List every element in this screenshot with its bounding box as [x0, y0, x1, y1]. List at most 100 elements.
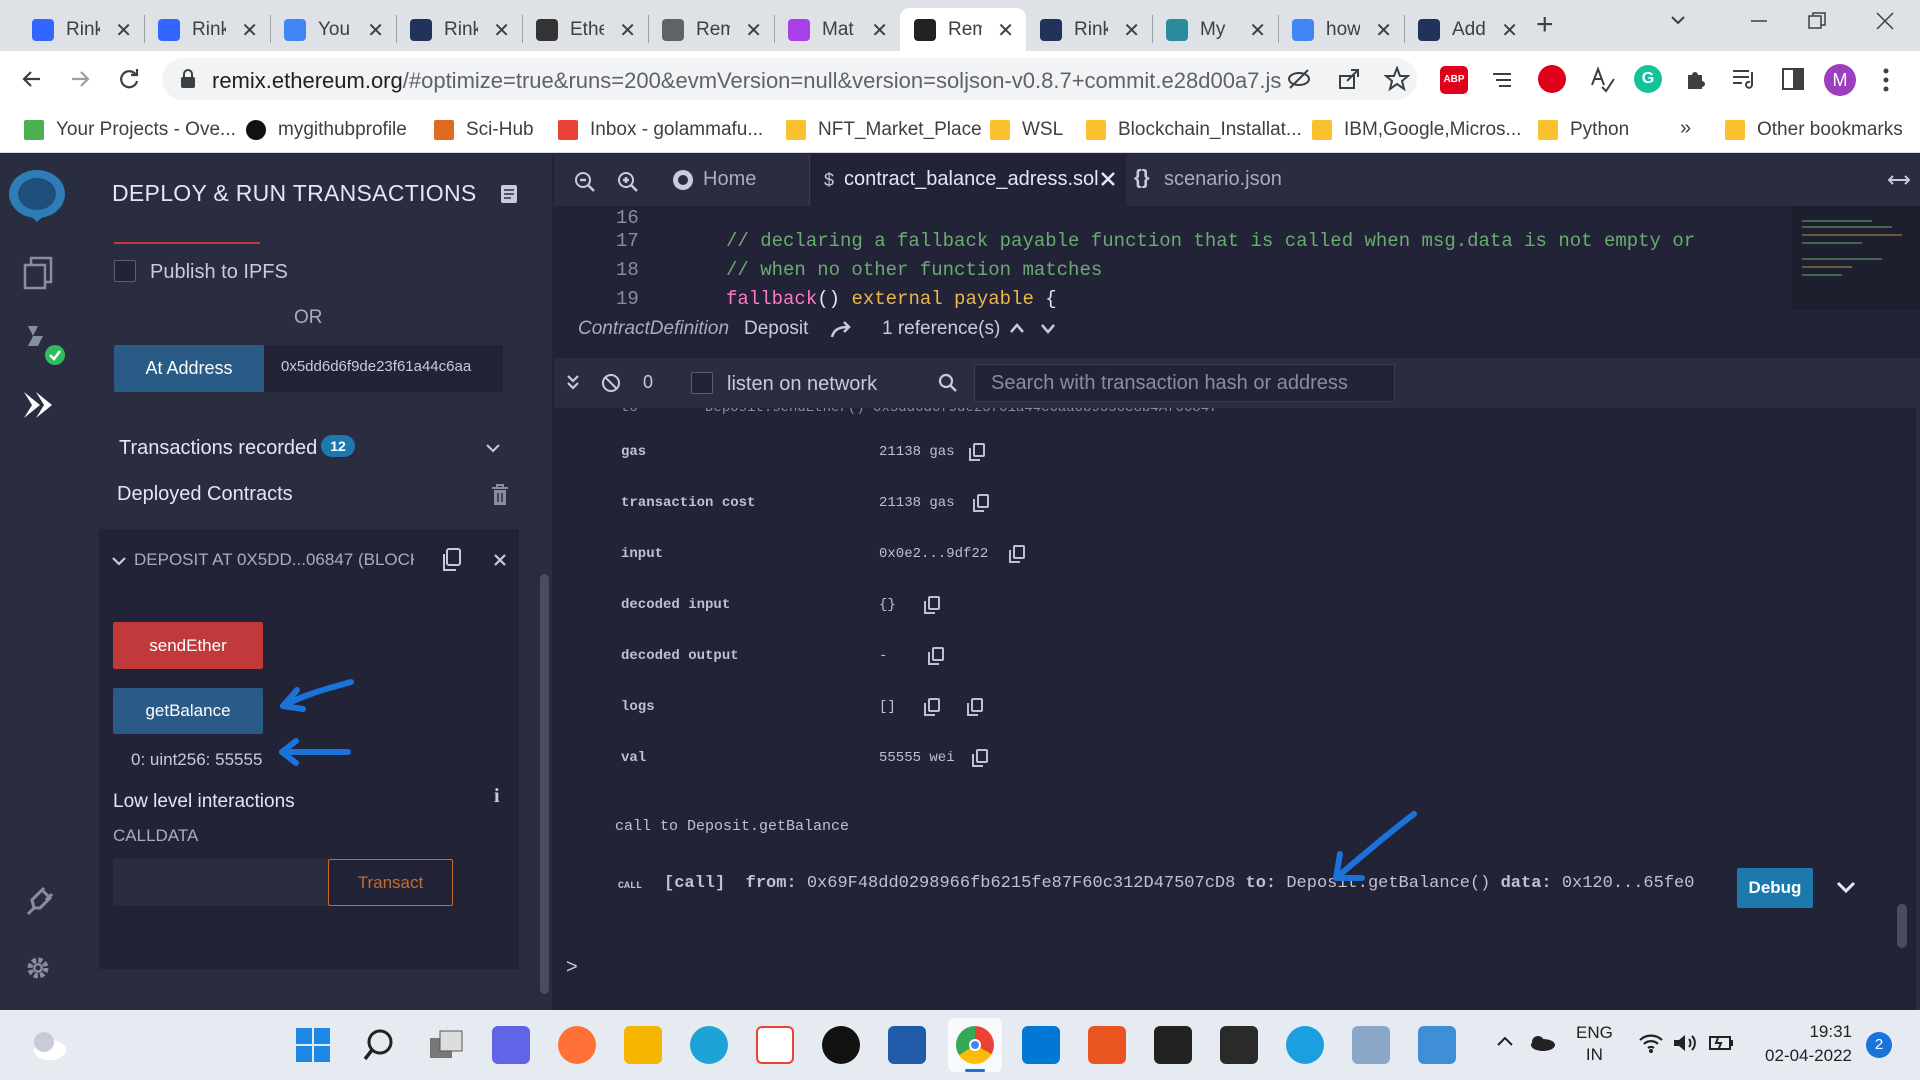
bookmark-item[interactable]: NFT_Market_Place [786, 115, 982, 145]
close-tab-icon[interactable]: ✕ [745, 18, 762, 43]
other-bookmarks-folder[interactable]: Other bookmarks [1725, 115, 1903, 145]
media-queue-icon[interactable] [1730, 66, 1758, 92]
onedrive-icon[interactable] [1528, 1034, 1556, 1052]
copy-icon[interactable] [924, 698, 940, 716]
dropbox-icon[interactable] [1220, 1026, 1258, 1064]
close-instance-icon[interactable] [493, 553, 507, 567]
close-tab-icon[interactable]: ✕ [1375, 18, 1392, 43]
start-icon[interactable] [295, 1027, 331, 1063]
profile-avatar[interactable]: M [1824, 64, 1856, 96]
deploy-run-icon[interactable] [20, 388, 56, 422]
resource-monitor-icon[interactable] [1352, 1026, 1390, 1064]
get-balance-button[interactable]: getBalance [113, 688, 263, 734]
volume-icon[interactable] [1672, 1032, 1698, 1054]
tab-scenario-json[interactable]: scenario.json [1164, 168, 1282, 191]
copy-icon[interactable] [973, 494, 989, 512]
browser-tab[interactable]: Add ✕ [1404, 8, 1530, 51]
lock-icon[interactable] [180, 69, 196, 89]
bookmark-item[interactable]: Your Projects - Ove... [24, 115, 236, 145]
bookmark-item[interactable]: Python [1538, 115, 1629, 145]
search-icon[interactable] [938, 373, 958, 393]
code-minimap[interactable] [1792, 206, 1920, 310]
close-tab-icon[interactable]: ✕ [997, 18, 1014, 43]
forward-icon[interactable] [68, 67, 92, 91]
bookmark-item[interactable]: Blockchain_Installat... [1086, 115, 1302, 145]
bookmark-star-icon[interactable] [1384, 66, 1410, 92]
store-icon[interactable] [756, 1026, 794, 1064]
browser-menu-icon[interactable] [1882, 67, 1890, 93]
notification-badge[interactable]: 2 [1866, 1032, 1892, 1058]
debug-button[interactable]: Debug [1737, 868, 1813, 908]
copy-icon[interactable] [969, 443, 985, 461]
new-tab-button[interactable]: + [1536, 8, 1554, 42]
close-window-icon[interactable] [1874, 10, 1896, 32]
github-desktop-icon[interactable] [822, 1026, 860, 1064]
bookmark-item[interactable]: IBM,Google,Micros... [1312, 115, 1521, 145]
close-tab-icon[interactable]: ✕ [1501, 18, 1518, 43]
browser-tab[interactable]: Ethe ✕ [522, 8, 648, 51]
tray-overflow-icon[interactable] [1496, 1035, 1514, 1047]
file-explorer-taskbar-icon[interactable] [624, 1026, 662, 1064]
transactions-recorded-label[interactable]: Transactions recorded [119, 437, 317, 460]
browser-tab[interactable]: Rink ✕ [18, 8, 144, 51]
clock[interactable]: 19:31 02-04-2022 [1760, 1022, 1852, 1066]
tab-home[interactable]: Home [703, 168, 756, 191]
browser-tab[interactable]: Rink ✕ [144, 8, 270, 51]
settings-gear-icon[interactable] [24, 954, 52, 982]
calldata-input[interactable] [113, 859, 328, 906]
back-icon[interactable] [20, 67, 44, 91]
browser-tab[interactable]: Mat ✕ [774, 8, 900, 51]
plugin-manager-icon[interactable] [22, 884, 54, 918]
browser-tab[interactable]: Rink ✕ [396, 8, 522, 51]
close-tab-icon[interactable]: ✕ [367, 18, 384, 43]
clear-console-icon[interactable] [601, 373, 621, 393]
collapse-terminal-icon[interactable] [566, 374, 580, 392]
panel-scrollbar[interactable] [540, 574, 549, 994]
grammarly-icon[interactable]: G [1634, 65, 1662, 93]
help-icon[interactable] [1286, 1026, 1324, 1064]
file-explorer-icon[interactable] [22, 256, 54, 290]
zoom-in-icon[interactable] [617, 171, 639, 193]
documentation-icon[interactable] [500, 184, 518, 204]
copy-icon[interactable] [972, 749, 988, 767]
close-tab-icon[interactable]: ✕ [493, 18, 510, 43]
info-icon[interactable]: i [494, 785, 500, 808]
browser-tab[interactable]: Rem ✕ [648, 8, 774, 51]
bookmark-item[interactable]: mygithubprofile [246, 115, 407, 145]
share-icon[interactable] [1337, 67, 1361, 91]
browser-tab[interactable]: You ✕ [270, 8, 396, 51]
firefox-icon[interactable] [558, 1026, 596, 1064]
remix-logo-icon[interactable] [6, 168, 68, 224]
terminal-icon[interactable] [1154, 1026, 1192, 1064]
instance-title[interactable]: DEPOSIT AT 0X5DD...06847 (BLOCKC [134, 550, 414, 570]
at-address-button[interactable]: At Address [114, 345, 264, 392]
browser-tab[interactable]: Rem ✕ [900, 8, 1026, 51]
bookmark-item[interactable]: Sci-Hub [434, 115, 534, 145]
reload-icon[interactable] [116, 66, 142, 92]
extension-list-icon[interactable] [1490, 68, 1514, 92]
input-language[interactable]: ENG IN [1576, 1023, 1613, 1065]
copy-icon[interactable] [924, 596, 940, 614]
close-tab-icon[interactable]: ✕ [115, 18, 132, 43]
go-to-definition-icon[interactable] [830, 321, 852, 339]
trash-icon[interactable] [491, 484, 509, 506]
edge-icon[interactable] [690, 1026, 728, 1064]
terminal-prompt[interactable]: > [566, 956, 578, 979]
wifi-icon[interactable] [1638, 1032, 1664, 1054]
browser-tab[interactable]: Rink ✕ [1026, 8, 1152, 51]
browser-tab[interactable]: how ✕ [1278, 8, 1404, 51]
photos-icon[interactable] [1418, 1026, 1456, 1064]
chevron-down-icon[interactable] [485, 443, 501, 455]
transact-button[interactable]: Transact [328, 859, 453, 906]
bookmark-item[interactable]: WSL [990, 115, 1063, 145]
adblock-icon[interactable]: ABP [1440, 66, 1468, 94]
taskbar-active-app[interactable] [948, 1018, 1002, 1072]
close-tab-icon[interactable]: ✕ [871, 18, 888, 43]
browser-tab[interactable]: My ✕ [1152, 8, 1278, 51]
copy-icon[interactable] [967, 698, 983, 716]
address-bar[interactable]: remix.ethereum.org/#optimize=true&runs=2… [162, 58, 1417, 100]
chevron-down-icon[interactable] [111, 556, 127, 568]
tab-contract-file[interactable]: $ contract_balance_adress.sol [810, 154, 1126, 206]
solidity-compiler-icon[interactable] [22, 322, 66, 366]
restore-icon[interactable] [1806, 10, 1828, 32]
